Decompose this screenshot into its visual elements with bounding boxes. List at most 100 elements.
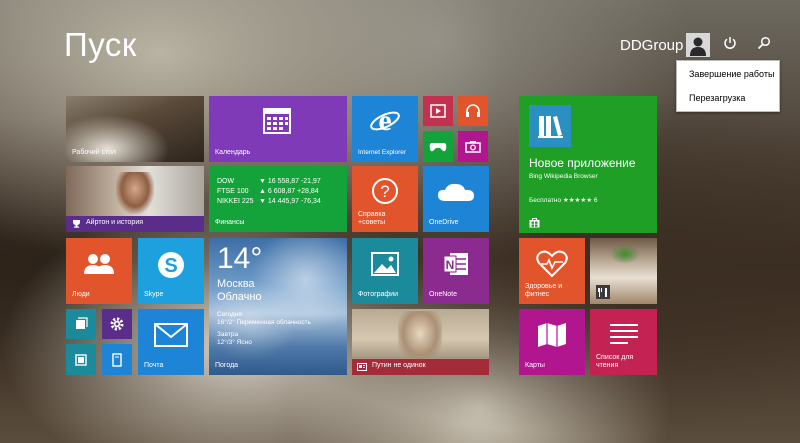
store-app-icon [529,105,571,147]
store-title: Новое приложение [529,156,636,170]
tile-label: OneNote [429,291,458,298]
tile-settings[interactable] [102,309,132,339]
tile-camera[interactable] [458,131,488,162]
reading-list-icon [607,321,641,347]
weather-temp: 14° [217,242,263,275]
tile-onedrive[interactable]: OneDrive [423,166,489,232]
news-photo [398,311,442,361]
user-avatar[interactable] [686,33,710,57]
search-button[interactable] [754,35,774,55]
weather-today-text: 16°/2° Переменная облачность [217,319,311,326]
tile-label: Календарь [215,149,251,156]
tile-label: Путин не одинок [372,362,426,369]
gamepad-icon [423,131,453,162]
tile-small-app-3[interactable] [102,344,132,375]
people-icon [82,251,116,277]
tile-calendar[interactable]: Календарь [209,96,347,162]
tile-label: Люди [72,291,90,298]
tile-label: Рабочий стол [72,149,116,156]
shutdown-menu-item[interactable]: Завершение работы [677,61,779,85]
finance-row: NIKKEI 225 ▼ 14 445,97 -76,34 [217,198,321,205]
tile-help-tips[interactable]: ? Справка +советы [352,166,418,232]
tile-label: Почта [144,362,164,369]
tile-news[interactable]: Путин не одинок [352,309,489,375]
tile-video[interactable] [423,96,453,126]
svg-text:e: e [378,105,391,137]
tile-weather[interactable]: 14° Москва Облачно Сегодня 16°/2° Переме… [209,238,347,375]
tile-maps[interactable]: Карты [519,309,585,375]
store-rating: Бесплатно ★★★★★ 6 [529,197,598,204]
skype-icon: S [155,249,187,281]
tile-label: Skype [144,291,164,298]
tile-desktop[interactable]: Рабочий стол [66,96,204,162]
tile-reading-list[interactable]: Список для чтения [590,309,657,375]
tile-label: Айртон и история [86,219,144,226]
tile-skype[interactable]: S Skype [138,238,204,304]
tile-label: Погода [215,362,239,369]
onenote-icon: N [441,249,471,279]
store-subtitle: Bing Wikipedia Browser [529,173,598,180]
tile-label: Справка +советы [358,211,386,226]
power-button[interactable] [720,35,740,55]
tile-small-app-1[interactable] [66,309,96,339]
video-icon [423,96,453,126]
tile-senna[interactable]: Айртон и история [66,166,204,232]
question-icon: ? [370,176,400,206]
tile-finance[interactable]: DOW ▼ 16 558,87 -21,97 FTSE 100 ▲ 6 608,87… [209,166,347,232]
power-icon [724,37,736,49]
tile-games[interactable] [423,131,453,162]
weather-city: Москва [217,278,255,290]
weather-today-label: Сегодня [217,311,242,318]
food-app-badge [596,285,610,299]
weather-tomorrow-text: 12°/3° Ясно [217,339,252,346]
fork-knife-icon [598,288,607,297]
gear-icon [102,309,132,339]
svg-text:?: ? [380,182,389,201]
trophy-icon [71,219,81,228]
photo-icon [370,251,400,277]
tile-label: Фотографии [358,291,399,298]
tile-label: Карты [525,362,545,369]
headphones-icon [458,96,488,126]
person-icon [690,37,706,56]
app-icon [66,344,96,375]
tile-onenote[interactable]: N OneNote [423,238,489,304]
svg-text:N: N [446,258,455,272]
food-photo [610,244,640,264]
tile-small-app-2[interactable] [66,344,96,375]
finance-row: DOW ▼ 16 558,87 -21,97 [217,178,321,185]
store-bag-icon [528,216,540,228]
tile-music[interactable] [458,96,488,126]
svg-text:S: S [164,255,177,277]
search-icon [757,36,771,50]
tile-photos[interactable]: Фотографии [352,238,418,304]
heart-icon [535,249,569,279]
tile-store[interactable]: Новое приложение Bing Wikipedia Browser … [519,96,657,233]
weather-condition: Облачно [217,291,262,303]
weather-tomorrow-label: Завтра [217,331,239,338]
cloud-icon [435,180,477,204]
app-icon [66,309,96,339]
page-title: Пуск [64,26,137,63]
tile-label: OneDrive [429,219,459,226]
camera-icon [458,131,488,162]
tile-label: Список для чтения [596,354,634,369]
portrait-photo [116,172,154,214]
tile-people[interactable]: Люди [66,238,132,304]
map-icon [535,320,569,350]
news-icon [357,363,367,371]
tile-food[interactable] [590,238,657,304]
tile-mail[interactable]: Почта [138,309,204,375]
power-menu: Завершение работы Перезагрузка [676,60,780,112]
tile-internet-explorer[interactable]: e Internet Explorer [352,96,418,162]
restart-menu-item[interactable]: Перезагрузка [677,85,779,109]
tile-label: Internet Explorer [358,149,407,156]
calendar-icon [262,106,292,136]
internet-explorer-icon: e [369,105,401,137]
tile-health[interactable]: Здоровье и фитнес [519,238,585,304]
tile-label: Финансы [215,219,245,226]
mail-icon [153,322,189,348]
app-icon [102,344,132,375]
user-name[interactable]: DDGroup [620,37,683,54]
tile-label: Здоровье и фитнес [525,283,563,298]
